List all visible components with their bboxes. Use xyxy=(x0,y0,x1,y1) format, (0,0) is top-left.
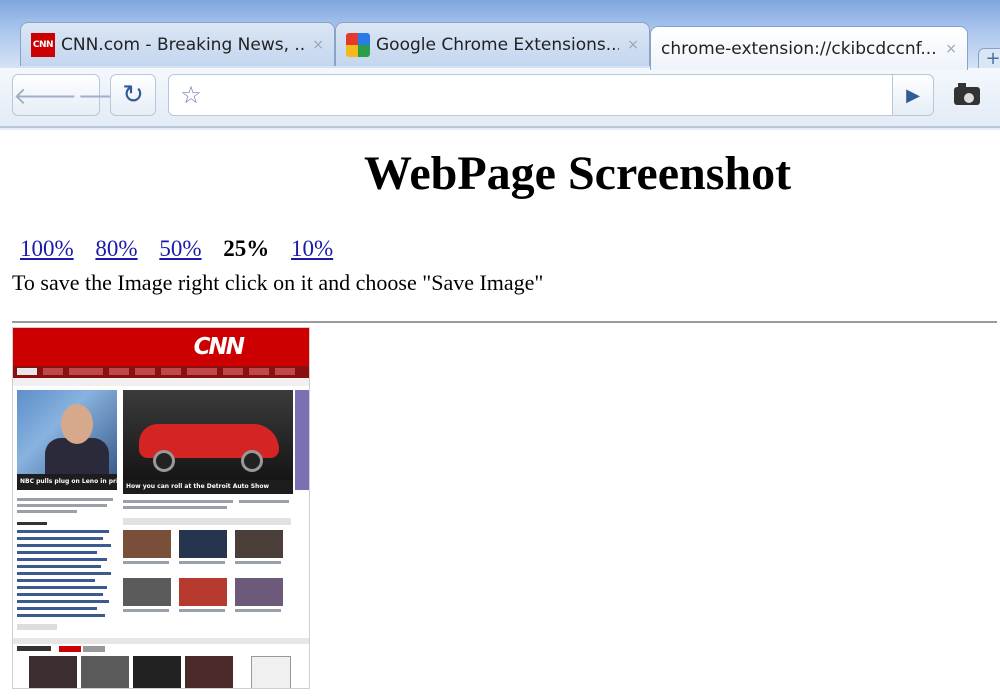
address-bar[interactable] xyxy=(213,74,893,116)
thumb-navbar xyxy=(13,366,309,378)
divider xyxy=(12,321,997,323)
tab-chrome-extensions[interactable]: Google Chrome Extensions... × xyxy=(335,22,650,66)
browser-toolbar: 🡐 🡒 ↻ ☆ ▶ xyxy=(0,68,1000,126)
thumb-header: CNN xyxy=(13,328,309,366)
zoom-option-50[interactable]: 50% xyxy=(159,236,201,261)
zoom-options: 100% 80% 50% 25% 10% xyxy=(20,236,349,262)
new-tab-button[interactable]: + xyxy=(978,48,1000,70)
reload-icon[interactable]: ↻ xyxy=(110,74,156,116)
save-instructions: To save the Image right click on it and … xyxy=(12,270,544,295)
camera-icon[interactable] xyxy=(950,82,984,110)
zoom-option-100[interactable]: 100% xyxy=(20,236,74,261)
zoom-option-25-selected: 25% xyxy=(223,236,270,261)
thumb-band xyxy=(13,638,309,644)
back-arrow-icon[interactable]: 🡐 xyxy=(13,81,77,110)
tab-webpage-screenshot[interactable]: chrome-extension://ckibcdccnf... × xyxy=(650,26,968,70)
thumb-editors-choice xyxy=(17,646,51,651)
navigation-buttons: 🡐 🡒 xyxy=(12,74,142,116)
tab-title: CNN.com - Breaking News, ... xyxy=(61,34,305,55)
toolbar-divider xyxy=(0,126,1000,128)
close-icon[interactable]: × xyxy=(945,41,957,57)
tab-title: chrome-extension://ckibcdccnf... xyxy=(661,38,937,59)
thumb-strip xyxy=(13,378,309,386)
thumb-photo-leno xyxy=(17,390,117,474)
close-icon[interactable]: × xyxy=(627,37,639,53)
thumb-photo-car xyxy=(123,390,293,480)
page-title: WebPage Screenshot xyxy=(364,147,792,200)
thumb-side-ad xyxy=(295,390,309,490)
thumb-caption-right: How you can roll at the Detroit Auto Sho… xyxy=(123,480,293,494)
close-icon[interactable]: × xyxy=(312,37,324,53)
cnn-logo: CNN xyxy=(193,334,245,360)
cnn-icon: CNN xyxy=(31,32,55,57)
google-icon xyxy=(346,32,370,57)
zoom-option-80[interactable]: 80% xyxy=(95,236,137,261)
play-icon[interactable]: ▶ xyxy=(892,74,934,116)
screenshot-image[interactable]: CNN NBC pulls plug on Leno in prime time… xyxy=(12,327,310,689)
tab-title: Google Chrome Extensions... xyxy=(376,34,620,55)
thumb-caption-left: NBC pulls plug on Leno in prime time xyxy=(17,474,146,490)
star-icon[interactable]: ☆ xyxy=(168,74,214,116)
zoom-option-10[interactable]: 10% xyxy=(291,236,333,261)
tab-cnn[interactable]: CNN CNN.com - Breaking News, ... × xyxy=(20,22,335,66)
